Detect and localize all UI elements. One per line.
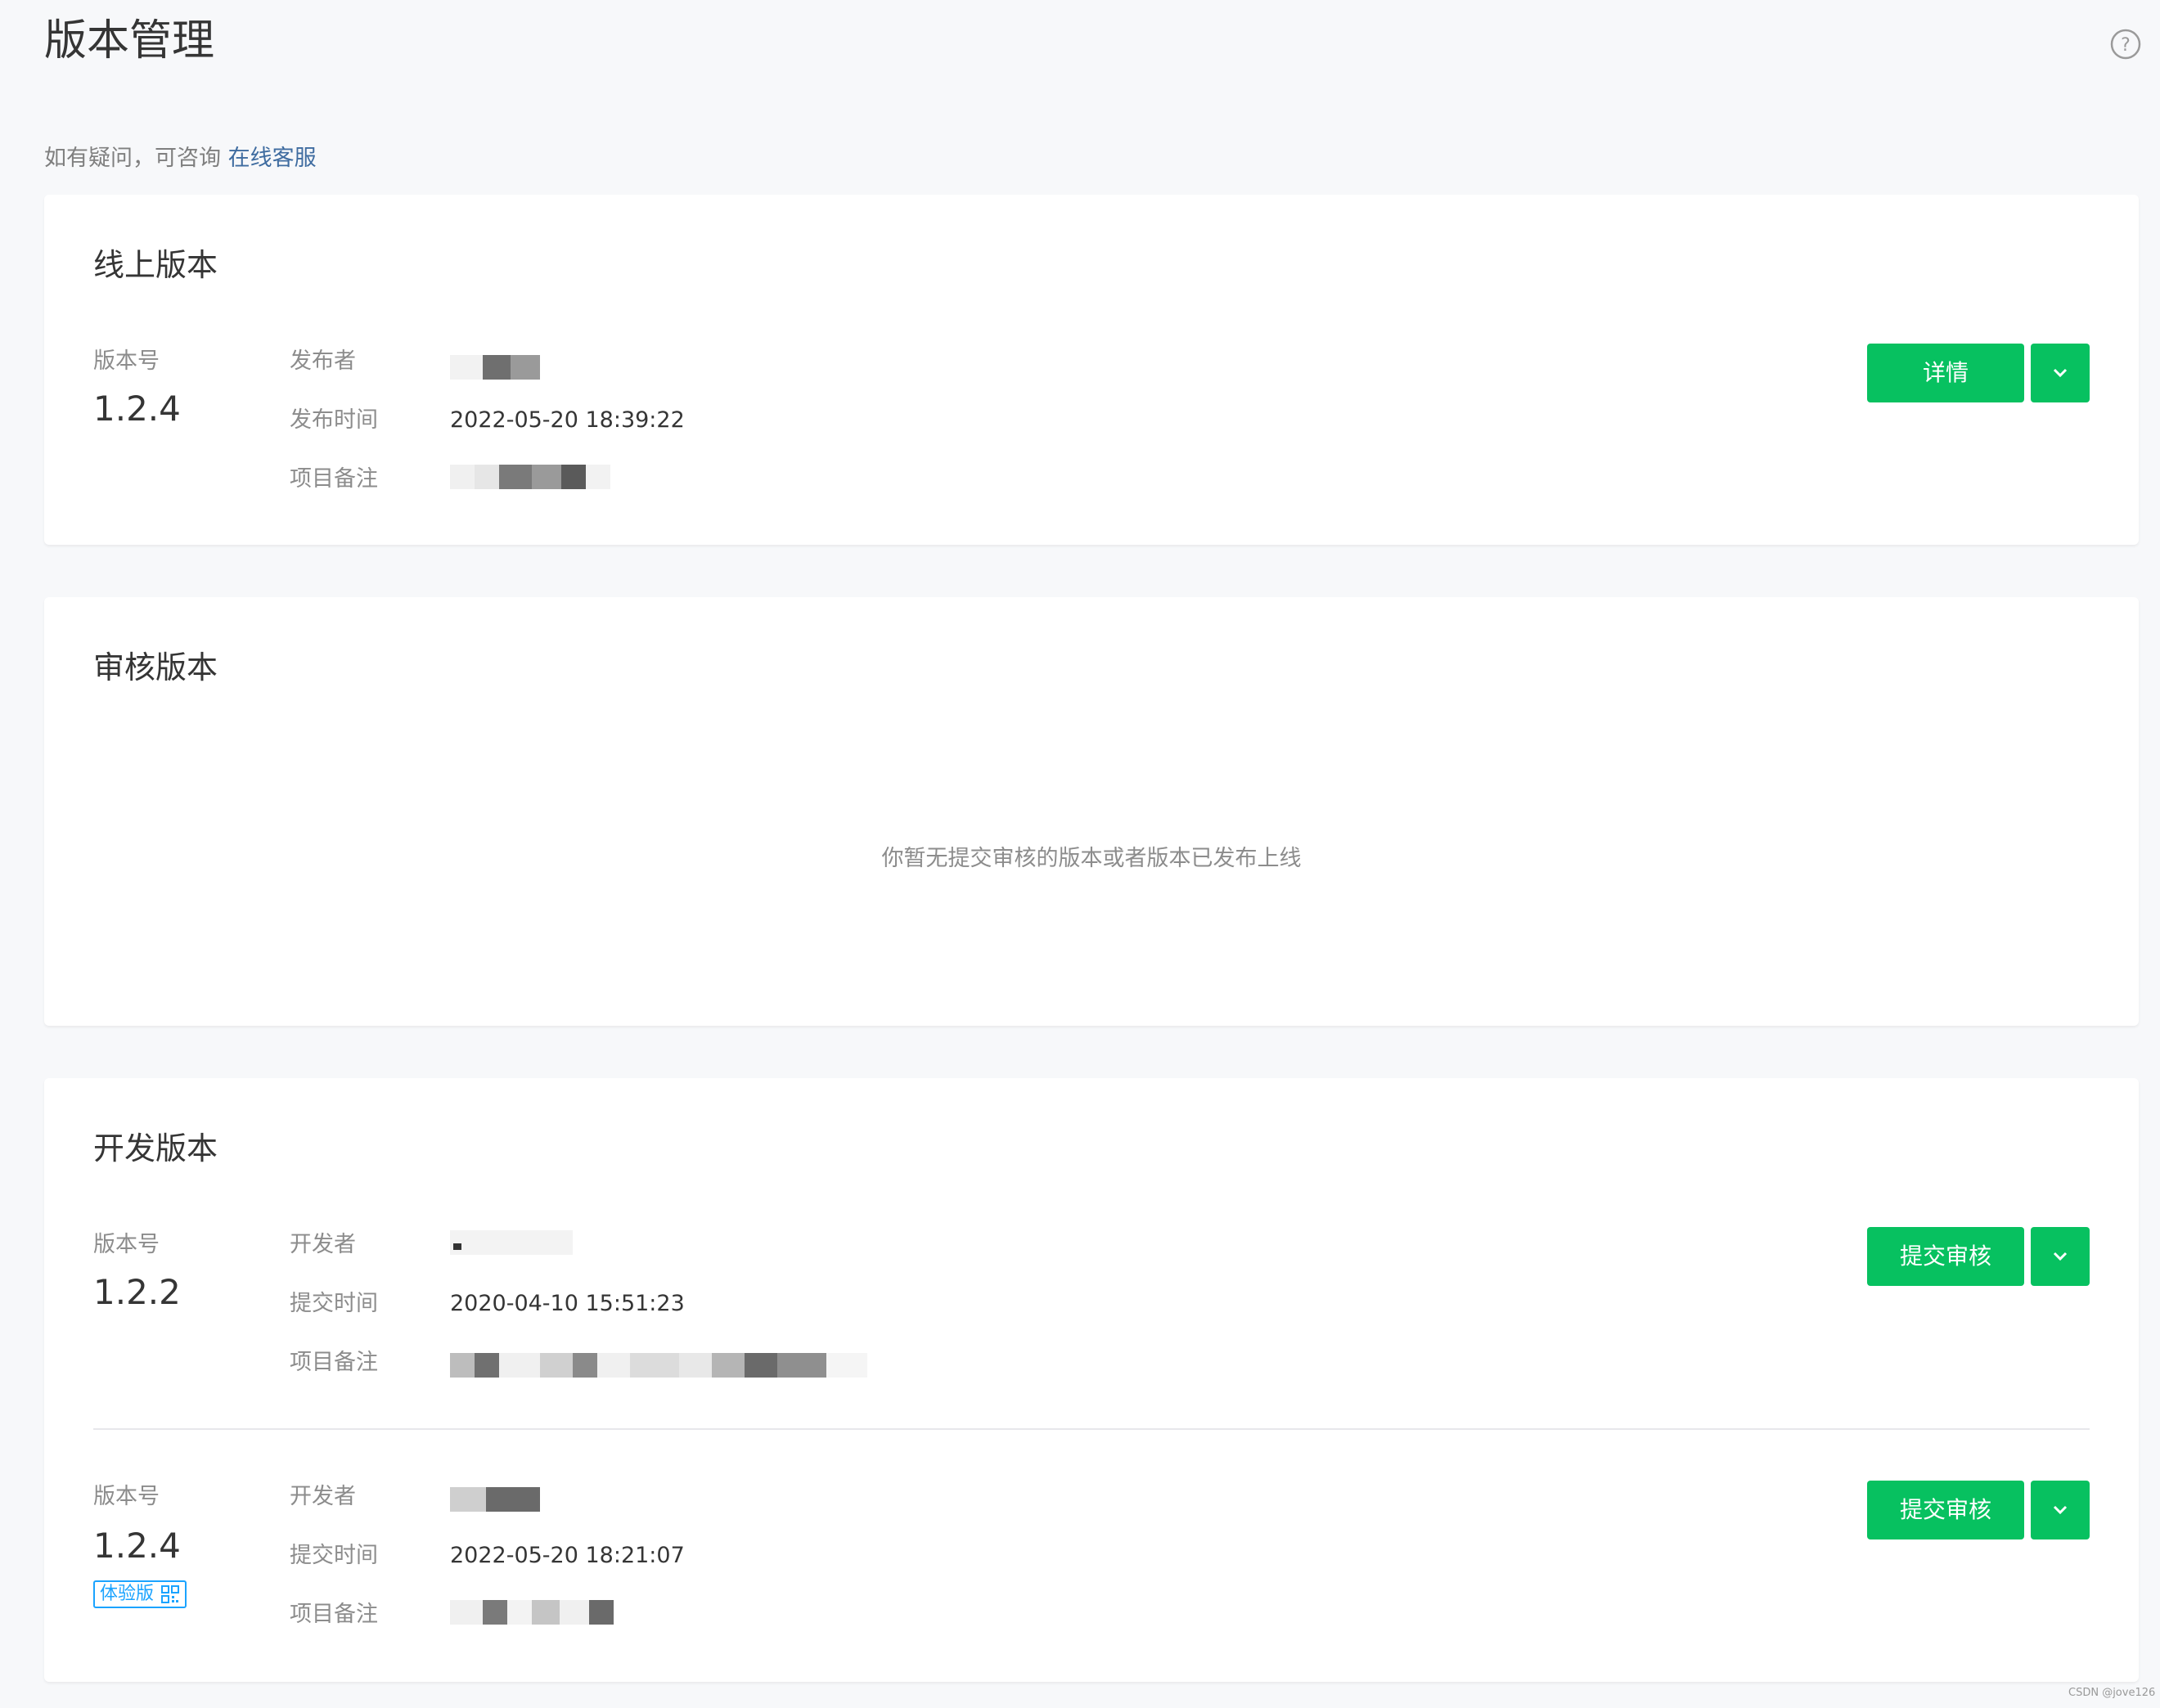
- watermark: CSDN @jove126: [2068, 1687, 2156, 1699]
- dev-version-card: 开发版本 版本号 1.2.2 开发者 提交时间 2020-04-10 15:51…: [44, 1078, 2139, 1682]
- developer-redacted: [450, 1230, 573, 1255]
- remark-redacted: [450, 1353, 867, 1378]
- version-number: 1.2.2: [93, 1272, 181, 1312]
- online-service-link[interactable]: 在线客服: [228, 146, 317, 171]
- chevron-down-icon: [2053, 1505, 2068, 1515]
- developer-redacted: [450, 1487, 540, 1512]
- help-notice-text: 如有疑问，可咨询: [44, 146, 228, 171]
- online-more-button[interactable]: [2031, 344, 2090, 402]
- page-title: 版本管理: [44, 16, 215, 65]
- version-number-label: 版本号: [93, 348, 160, 374]
- submit-time-label: 提交时间: [290, 1543, 378, 1568]
- review-version-title: 审核版本: [93, 649, 218, 685]
- publisher-redacted: [450, 355, 548, 380]
- qrcode-icon: [161, 1585, 180, 1603]
- online-version-card: 线上版本 版本号 1.2.4 发布者 发布时间 2022-05-20 18:39…: [44, 195, 2139, 545]
- review-version-card: 审核版本 你暂无提交审核的版本或者版本已发布上线: [44, 597, 2139, 1026]
- submit-time-label: 提交时间: [290, 1291, 378, 1316]
- submit-time: 2022-05-20 18:21:07: [450, 1543, 685, 1568]
- remark-label: 项目备注: [290, 1602, 378, 1627]
- dev-version-title: 开发版本: [93, 1130, 218, 1166]
- remark-label: 项目备注: [290, 466, 378, 492]
- trial-version-tag[interactable]: 体验版: [93, 1580, 187, 1608]
- publish-time: 2022-05-20 18:39:22: [450, 407, 685, 433]
- submit-review-button[interactable]: 提交审核: [1867, 1481, 2024, 1539]
- dev-item1-more-button[interactable]: [2031, 1227, 2090, 1286]
- version-number: 1.2.4: [93, 389, 181, 429]
- svg-text:?: ?: [2121, 35, 2131, 56]
- version-number-label: 版本号: [93, 1484, 160, 1509]
- item-divider: [93, 1428, 2090, 1430]
- detail-button[interactable]: 详情: [1867, 344, 2024, 402]
- remark-redacted: [450, 1600, 630, 1625]
- publisher-label: 发布者: [290, 348, 356, 374]
- question-circle-icon[interactable]: ?: [2109, 28, 2142, 61]
- help-notice: 如有疑问，可咨询 在线客服: [44, 141, 317, 177]
- version-number-label: 版本号: [93, 1232, 160, 1257]
- submit-review-button[interactable]: 提交审核: [1867, 1227, 2024, 1286]
- version-number: 1.2.4: [93, 1526, 181, 1566]
- publish-time-label: 发布时间: [290, 407, 378, 433]
- developer-label: 开发者: [290, 1232, 356, 1257]
- trial-version-label: 体验版: [100, 1584, 155, 1604]
- remark-redacted: [450, 465, 622, 489]
- developer-label: 开发者: [290, 1484, 356, 1509]
- chevron-down-icon: [2053, 368, 2068, 378]
- online-version-title: 线上版本: [93, 247, 218, 283]
- chevron-down-icon: [2053, 1252, 2068, 1261]
- review-empty-text: 你暂无提交审核的版本或者版本已发布上线: [881, 846, 1302, 871]
- dev-item2-more-button[interactable]: [2031, 1481, 2090, 1539]
- submit-time: 2020-04-10 15:51:23: [450, 1291, 685, 1316]
- remark-label: 项目备注: [290, 1350, 378, 1375]
